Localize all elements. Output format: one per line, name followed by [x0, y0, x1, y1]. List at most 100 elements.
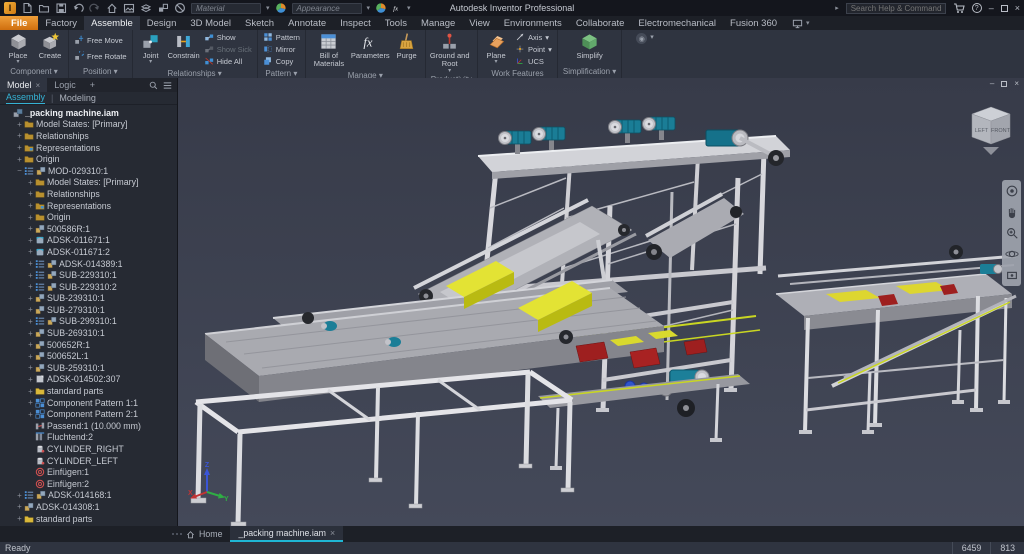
viewcube-chevron[interactable] [983, 147, 999, 155]
fx-parameters-icon[interactable] [392, 2, 402, 14]
free-move-button[interactable]: Free Move [72, 34, 129, 46]
zoom-icon[interactable] [1005, 226, 1019, 240]
tab-bar-grip[interactable] [172, 533, 174, 535]
doc-minimize-button[interactable]: – [990, 79, 994, 88]
plane-button[interactable]: Plane▾ [481, 31, 511, 64]
tree-item[interactable]: +ADSK-011671:2 [0, 246, 177, 258]
purge-button[interactable]: Purge [392, 31, 422, 60]
tree-expander[interactable]: + [26, 305, 35, 314]
tab-inspect[interactable]: Inspect [333, 16, 378, 30]
qat-customize-arrow[interactable]: ▾ [407, 4, 411, 12]
tree-item[interactable]: +Representations [0, 200, 177, 212]
tree-item[interactable]: +Relationships [0, 130, 177, 142]
doc-restore-button[interactable] [1001, 81, 1007, 87]
doc-tab-close-icon[interactable]: × [330, 528, 335, 538]
tab-fusion-360[interactable]: Fusion 360 [723, 16, 784, 30]
tab-factory[interactable]: Factory [38, 16, 84, 30]
tree-expander[interactable]: + [26, 410, 35, 419]
ribbon-extra-tool[interactable]: ◉▾ [622, 30, 654, 78]
machine-3d-model[interactable] [178, 78, 1024, 526]
tree-item[interactable]: +Component Pattern 1:1 [0, 397, 177, 409]
tree-expander[interactable]: + [26, 201, 35, 210]
tab-manage[interactable]: Manage [414, 16, 462, 30]
tab-electromechanical[interactable]: Electromechanical [631, 16, 723, 30]
look-at-icon[interactable] [1005, 268, 1019, 282]
place-button[interactable]: Place▾ [3, 31, 33, 64]
tree-item[interactable]: +standard parts [0, 385, 177, 397]
pattern-button[interactable]: Pattern [261, 31, 302, 43]
group-label-position[interactable]: Position ▾ [69, 66, 132, 78]
tab-annotate[interactable]: Annotate [281, 16, 333, 30]
tab-design[interactable]: Design [140, 16, 184, 30]
tree-item[interactable]: _packing machine.iam [0, 107, 177, 119]
tree-expander[interactable]: + [26, 271, 35, 280]
tree-expander[interactable]: + [26, 259, 35, 268]
appearance-color-wheel-icon[interactable] [375, 2, 387, 14]
window-minimize-button[interactable]: – [989, 4, 994, 13]
components-icon[interactable] [157, 2, 169, 14]
pan-icon[interactable] [1005, 205, 1019, 219]
material-color-wheel-icon[interactable] [275, 2, 287, 14]
window-restore-button[interactable] [1001, 5, 1008, 12]
search-chevron-icon[interactable]: ▸ [835, 4, 839, 12]
tree-expander[interactable]: + [15, 155, 24, 164]
tree-expander[interactable]: + [26, 236, 35, 245]
tree-expander[interactable]: + [26, 398, 35, 407]
tree-item[interactable]: CYLINDER_RIGHT [0, 443, 177, 455]
no-override-icon[interactable] [174, 2, 186, 14]
open-folder-icon[interactable] [38, 2, 50, 14]
tree-item[interactable]: +Representations [0, 142, 177, 154]
tree-expander[interactable]: + [15, 514, 24, 523]
group-label-component[interactable]: Component ▾ [0, 66, 68, 78]
tab-3d-model[interactable]: 3D Model [183, 16, 238, 30]
tree-item[interactable]: +SUB-229310:1 [0, 269, 177, 281]
tree-item[interactable]: +Model States: [Primary] [0, 177, 177, 189]
constrain-button[interactable]: Constrain [168, 31, 200, 60]
tree-item[interactable]: +SUB-269310:1 [0, 327, 177, 339]
group-label-simplification[interactable]: Simplification ▾ [558, 66, 621, 78]
orbit-icon[interactable] [1005, 247, 1019, 261]
appearance-dropdown[interactable]: Appearance [292, 3, 362, 14]
hide-all-button[interactable]: Hide All [202, 55, 254, 67]
doc-tab-home[interactable]: Home [178, 526, 230, 542]
material-dropdown[interactable]: Material [191, 3, 261, 14]
tree-item[interactable]: +ADSK-014168:1 [0, 490, 177, 502]
tree-expander[interactable]: + [26, 247, 35, 256]
show-sick-button[interactable]: Show Sick [202, 43, 254, 55]
window-close-button[interactable]: × [1015, 4, 1020, 13]
tree-expander[interactable]: + [26, 189, 35, 198]
parameters-button[interactable]: Parameters [351, 31, 390, 60]
tree-item[interactable]: +SUB-229310:2 [0, 281, 177, 293]
export-image-icon[interactable] [123, 2, 135, 14]
tree-item[interactable]: Passend:1 (10.000 mm) [0, 420, 177, 432]
viewport-3d[interactable]: – × [178, 78, 1024, 526]
tree-item[interactable]: Einfügen:1 [0, 466, 177, 478]
app-logo-icon[interactable]: I [4, 2, 16, 14]
bill-of-materials-button[interactable]: Bill of Materials [309, 31, 349, 69]
tree-expander[interactable]: − [15, 166, 24, 175]
tree-expander[interactable]: + [15, 120, 24, 129]
axis-button[interactable]: Axis ▾ [513, 31, 554, 43]
tree-item[interactable]: −MOD-029310:1 [0, 165, 177, 177]
tree-expander[interactable]: + [15, 143, 24, 152]
ground-and-root-button[interactable]: Ground and Root▾ [429, 31, 471, 73]
home-icon[interactable] [106, 2, 118, 14]
layers-icon[interactable] [140, 2, 152, 14]
tree-item[interactable]: Fluchtend:2 [0, 432, 177, 444]
tree-expander[interactable]: + [26, 282, 35, 291]
tree-item[interactable]: +Origin [0, 211, 177, 223]
joint-button[interactable]: Joint▾ [136, 31, 166, 64]
simplify-button[interactable]: Simplify [575, 31, 605, 60]
ucs-button[interactable]: UCS [513, 55, 554, 67]
tree-item[interactable]: +500652L:1 [0, 350, 177, 362]
undo-icon[interactable] [72, 2, 84, 14]
navigation-wheel-icon[interactable] [1005, 184, 1019, 198]
tab-tools[interactable]: Tools [378, 16, 414, 30]
tree-expander[interactable]: + [26, 387, 35, 396]
tree-item[interactable]: +500586R:1 [0, 223, 177, 235]
doc-close-button[interactable]: × [1014, 79, 1019, 88]
tree-item[interactable]: +SUB-299310:1 [0, 316, 177, 328]
tree-expander[interactable]: + [26, 178, 35, 187]
subtab-assembly[interactable]: Assembly [6, 92, 45, 104]
redo-icon[interactable] [89, 2, 101, 14]
